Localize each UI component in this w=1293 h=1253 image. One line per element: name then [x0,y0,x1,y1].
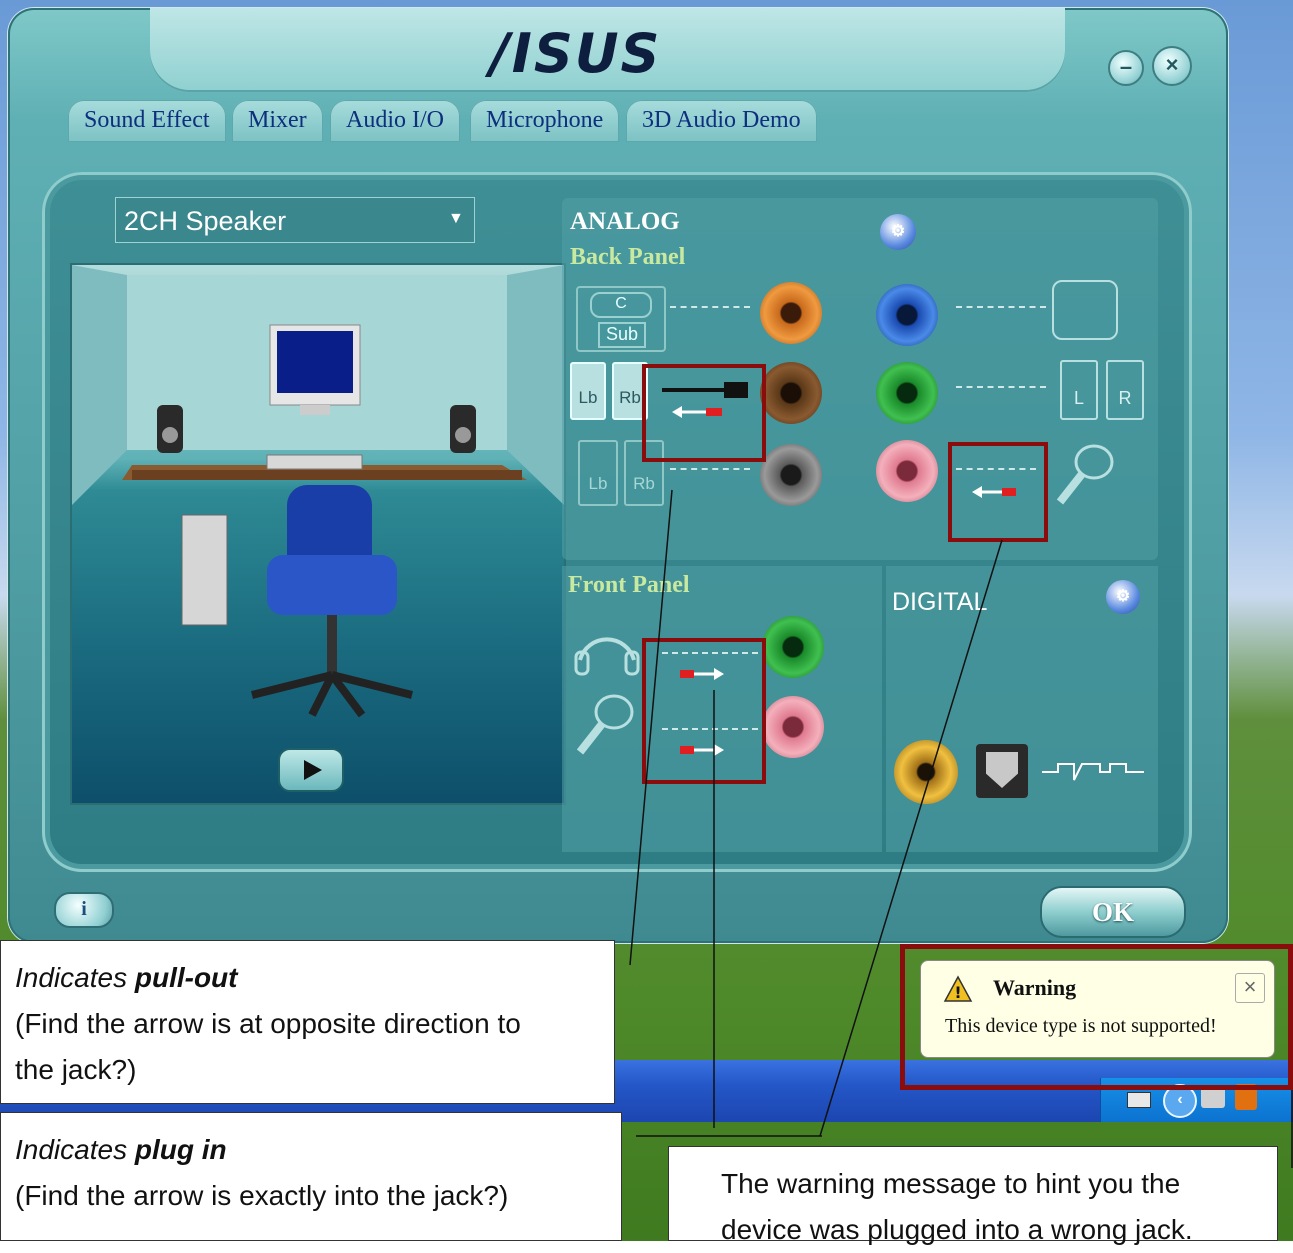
pullout-heading: Indicates pull-out [15,955,614,1001]
plugin-keyword: plug in [134,1134,227,1165]
plugin-callout: Indicates plug in (Find the arrow is exa… [0,1112,622,1241]
plugin-prefix: Indicates [15,1134,135,1165]
plugin-heading: Indicates plug in [15,1127,621,1173]
warning-callout-line-2: device was plugged into a wrong jack. [721,1214,1193,1245]
warning-callout: The warning message to hint you the devi… [668,1146,1278,1245]
plugin-hint: (Find the arrow is exactly into the jack… [15,1180,509,1211]
pullout-hint: (Find the arrow is at opposite direction… [15,1008,521,1039]
pullout-hint-2: the jack?) [15,1054,137,1085]
pullout-prefix: Indicates [15,962,135,993]
pullout-keyword: pull-out [134,962,238,993]
pullout-callout: Indicates pull-out (Find the arrow is at… [0,940,615,1104]
warning-callout-line-1: The warning message to hint you the [721,1168,1181,1199]
